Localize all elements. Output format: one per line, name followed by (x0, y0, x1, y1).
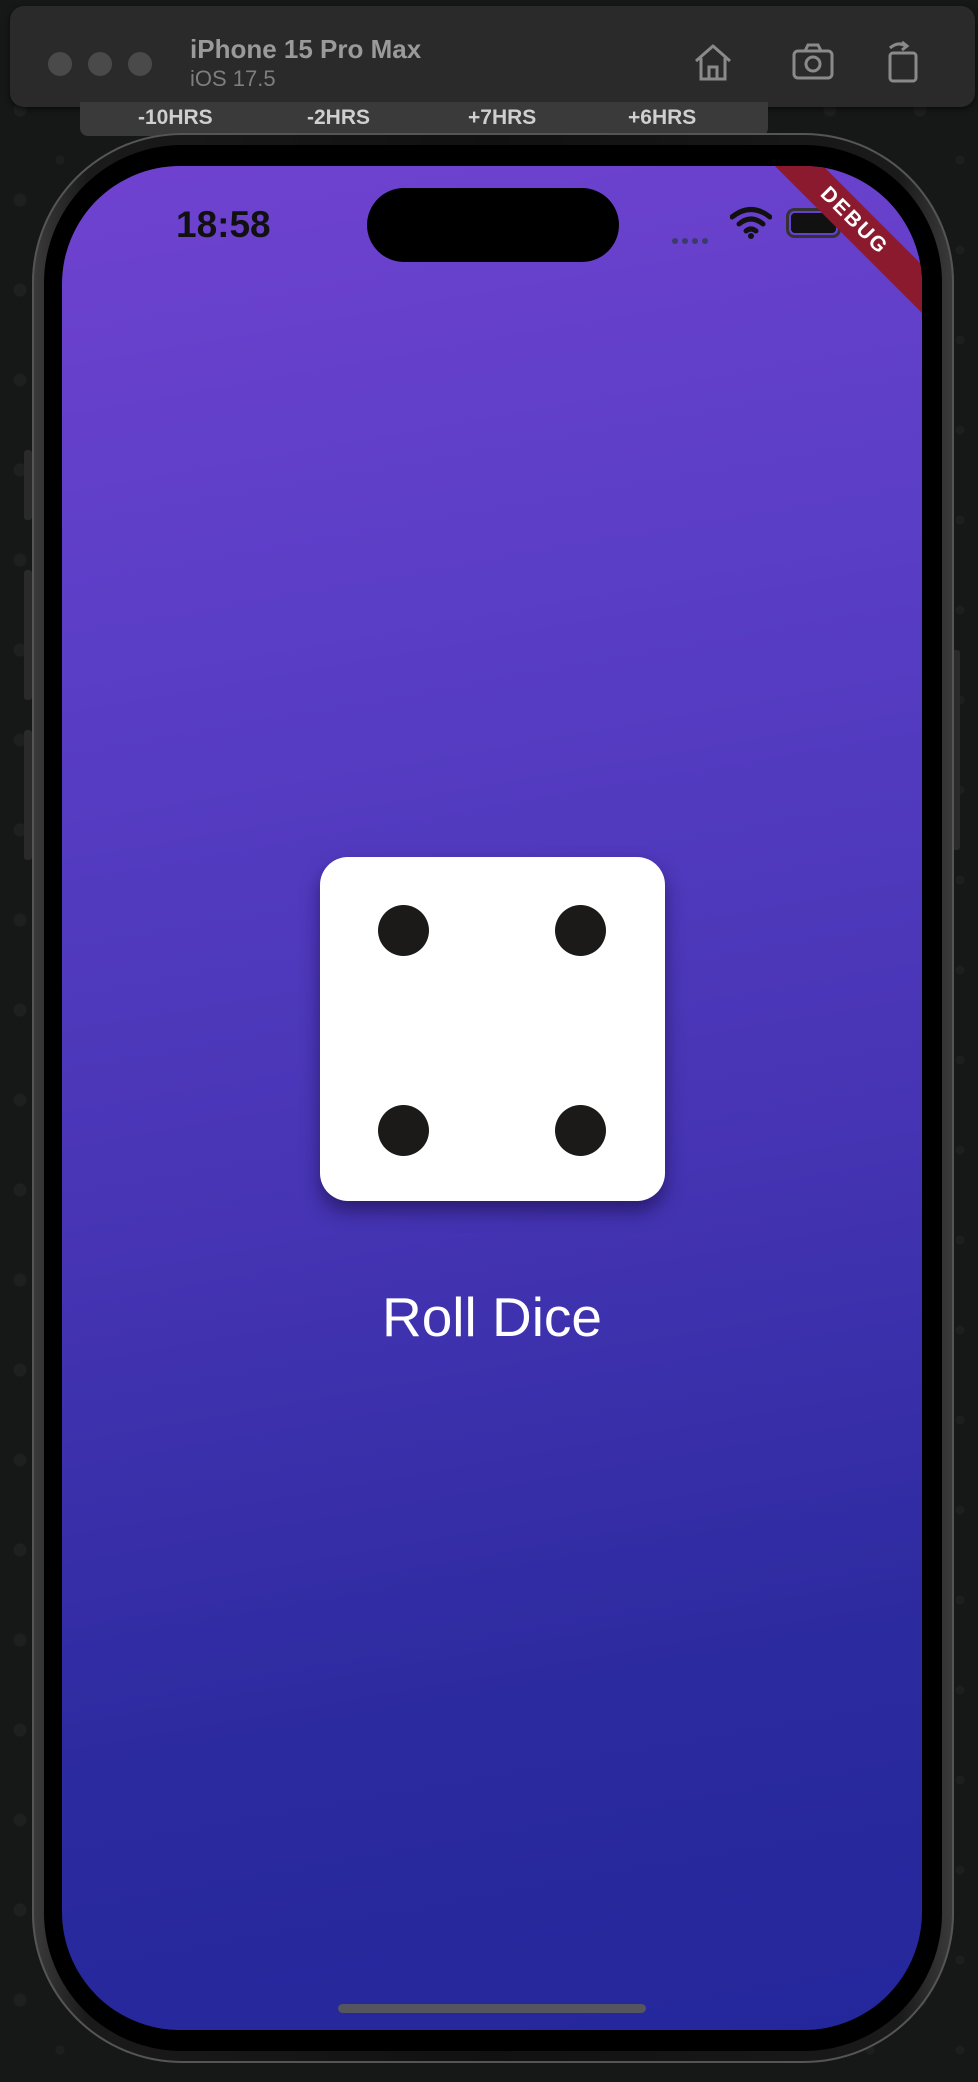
os-version: iOS 17.5 (190, 66, 276, 91)
dynamic-island (367, 188, 619, 262)
volume-down-button[interactable] (24, 730, 32, 860)
roll-dice-button[interactable]: Roll Dice (342, 1281, 642, 1351)
zoom-window-button[interactable] (128, 52, 152, 76)
home-button[interactable] (690, 39, 736, 85)
screenshot-button[interactable] (790, 39, 836, 85)
close-window-button[interactable] (48, 52, 72, 76)
dice-pip (555, 905, 606, 956)
status-time: 18:58 (176, 204, 271, 245)
clock-offset: +7HRS (468, 106, 537, 129)
clock-offset: -2HRS (307, 106, 371, 129)
wifi-icon (730, 207, 772, 239)
action-button[interactable] (24, 450, 32, 520)
cellular-signal-icon (672, 231, 716, 244)
rotate-button[interactable] (880, 39, 926, 85)
home-indicator[interactable] (338, 2004, 646, 2013)
simulator-title-bar: iPhone 15 Pro Max iOS 17.5 (10, 6, 975, 107)
home-icon (695, 44, 731, 81)
dice-face[interactable] (320, 857, 665, 1201)
camera-icon (792, 43, 834, 80)
device-name: iPhone 15 Pro Max (190, 34, 422, 64)
clock-offset: -10HRS (138, 106, 213, 129)
minimize-window-button[interactable] (88, 52, 112, 76)
dice-pip (378, 905, 429, 956)
app-screen: 18:58 DEBUG Roll Dice (62, 166, 922, 2030)
volume-up-button[interactable] (24, 570, 32, 700)
dice-pip (555, 1105, 606, 1156)
rotate-icon (888, 40, 918, 83)
clock-offset: +6HRS (628, 106, 697, 129)
dice-pip (378, 1105, 429, 1156)
